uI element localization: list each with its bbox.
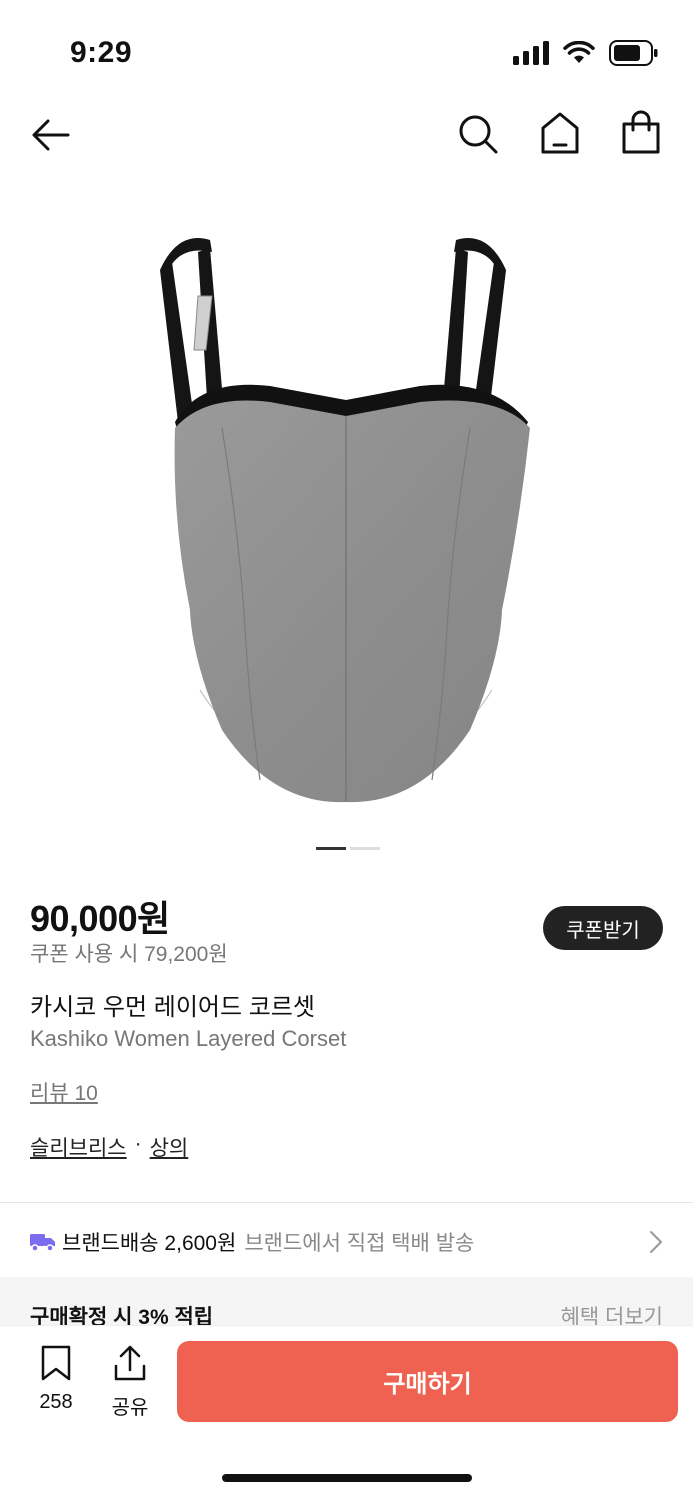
status-bar: 9:29 — [0, 0, 693, 100]
coupon-button[interactable]: 쿠폰받기 — [543, 906, 663, 950]
product-image[interactable] — [0, 190, 693, 830]
cellular-signal-icon — [513, 41, 549, 65]
coupon-price: 쿠폰 사용 시 79,200원 — [30, 943, 228, 966]
truck-icon — [30, 1234, 55, 1252]
shopping-bag-icon[interactable] — [619, 110, 663, 156]
save-button[interactable]: 258 — [30, 1344, 82, 1414]
chevron-right-icon — [650, 1231, 662, 1253]
review-link[interactable]: 리뷰 10 — [30, 1077, 98, 1107]
battery-icon — [609, 40, 658, 66]
bookmark-icon — [41, 1345, 71, 1381]
breadcrumb-separator: · — [134, 1132, 142, 1155]
price: 90,000원 — [30, 898, 170, 939]
product-name-en: Kashiko Women Layered Corset — [30, 1026, 347, 1051]
search-icon[interactable] — [456, 112, 500, 156]
pager-dot-active — [316, 847, 346, 850]
product-name-ko: 카시코 우먼 레이어드 코르셋 — [30, 994, 315, 1021]
category-link[interactable]: 상의 — [150, 1132, 189, 1162]
brand-link[interactable]: 슬리브리스 — [30, 1132, 127, 1162]
back-arrow-icon[interactable] — [28, 112, 74, 158]
category-breadcrumb: 슬리브리스 · 상의 — [30, 1132, 188, 1162]
share-button[interactable]: 공유 — [104, 1344, 156, 1420]
image-pager — [316, 847, 380, 850]
buy-button[interactable]: 구매하기 — [177, 1341, 678, 1422]
shipping-label: 브랜드배송 2,600원 — [62, 1232, 237, 1255]
divider — [0, 1202, 693, 1203]
home-icon[interactable] — [538, 110, 582, 156]
status-time: 9:29 — [70, 36, 133, 69]
save-count: 258 — [39, 1391, 73, 1413]
status-icons — [513, 40, 659, 66]
pager-dot — [350, 847, 380, 850]
nav-bar — [0, 100, 693, 170]
share-label: 공유 — [111, 1397, 149, 1419]
home-indicator — [222, 1474, 472, 1482]
shipping-row[interactable]: 브랜드배송 2,600원 브랜드에서 직접 택배 발송 — [0, 1214, 693, 1270]
share-icon — [114, 1345, 146, 1381]
wifi-icon — [563, 41, 595, 63]
shipping-detail: 브랜드에서 직접 택배 발송 — [244, 1232, 475, 1255]
